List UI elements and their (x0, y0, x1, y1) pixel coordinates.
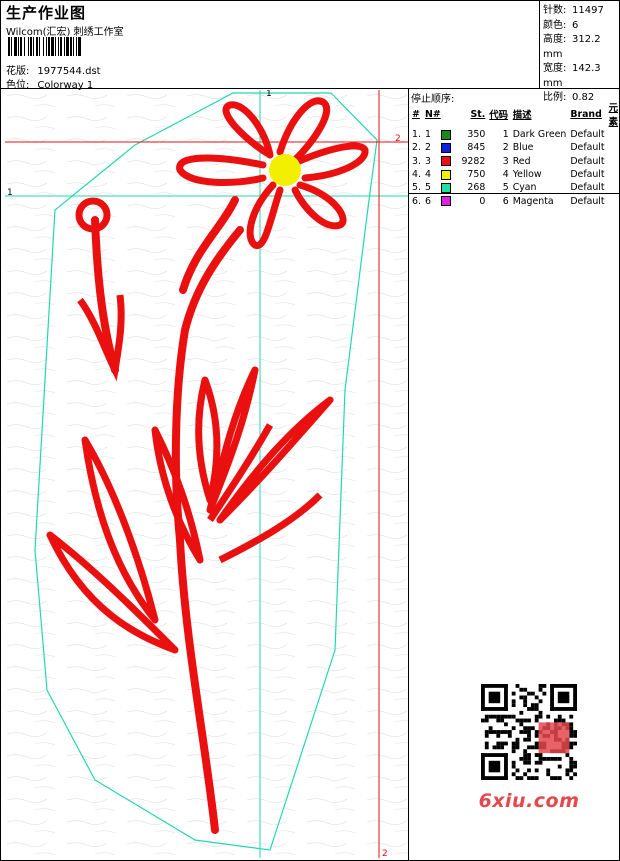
color-row: 2. 2 845 2 Blue Default (410, 141, 620, 154)
color-row-desc: Magenta (512, 195, 554, 207)
color-row-element (607, 181, 620, 194)
stat-width: 宽度: 142.3 mm (543, 63, 601, 89)
color-row-num: 3. (412, 155, 421, 167)
color-row-code: 6 (502, 195, 509, 207)
guide-label-left: 1 (7, 188, 13, 198)
color-row-code: 4 (502, 169, 509, 181)
stats-divider (539, 0, 540, 88)
color-row: 5. 5 268 5 Cyan Default (410, 181, 620, 194)
color-row: 4. 4 750 4 Yellow Default (410, 168, 620, 181)
color-row-element (607, 128, 620, 141)
stat-stitches: 针数: 11497 (543, 5, 604, 16)
color-row-code: 2 (502, 142, 509, 154)
color-row-brand: Default (570, 195, 605, 207)
color-row-element (607, 141, 620, 154)
color-swatch (440, 196, 451, 207)
color-row-n: 6 (423, 194, 455, 207)
guide-label-bottom: 2 (382, 849, 388, 858)
color-row-n: 3 (423, 155, 455, 168)
color-row-element (607, 168, 620, 181)
color-row: 1. 1 350 1 Dark Green Default (410, 128, 620, 141)
color-row-n: 1 (423, 128, 455, 141)
color-row-brand: Default (570, 155, 605, 167)
color-row-desc: Cyan (512, 182, 537, 194)
color-row-desc: Yellow (512, 169, 542, 181)
watermark: 6xiu.com (472, 680, 586, 822)
color-row-num: 2. (412, 142, 421, 154)
color-table: # N# St. 代码 描述 Brand 元素 1. 1 350 1 Dark Gree… (410, 100, 620, 208)
color-row-n: 2 (423, 141, 455, 154)
embroidery-canvas: 1 1 2 2 (5, 90, 408, 858)
flower-center (269, 154, 301, 186)
color-row-code: 5 (502, 182, 509, 194)
color-row-brand: Default (570, 169, 605, 181)
design-file-row: 花版: 1977544.dst (6, 62, 101, 77)
color-swatch (440, 182, 451, 193)
qr-code (481, 684, 577, 780)
color-row-brand: Default (570, 142, 605, 154)
color-row-desc: Blue (512, 142, 534, 154)
watermark-site: 6xiu.com (478, 790, 580, 812)
color-row-element (607, 155, 620, 168)
color-row-desc: Red (512, 155, 531, 167)
color-swatch (440, 156, 451, 167)
color-row-st: 350 (467, 129, 486, 141)
color-swatch (440, 142, 451, 153)
color-row-desc: Dark Green (512, 129, 567, 141)
barcode (8, 37, 81, 56)
color-row-n: 5 (423, 181, 455, 194)
color-row-st: 0 (479, 195, 486, 207)
color-row: 6. 6 0 6 Magenta Default (410, 194, 620, 207)
color-row-n: 4 (423, 168, 455, 181)
color-swatch (440, 129, 451, 140)
color-row-code: 3 (502, 155, 509, 167)
color-row-st: 845 (467, 142, 486, 154)
guide-label-right: 2 (395, 134, 401, 144)
color-row-num: 4. (412, 169, 421, 181)
header-divider (0, 88, 620, 89)
color-row-element (607, 194, 620, 207)
stat-height: 高度: 312.2 mm (543, 34, 601, 60)
guide-label-top: 1 (266, 90, 272, 99)
color-swatch (440, 169, 451, 180)
color-row-st: 9282 (461, 155, 486, 167)
company-name: Wilcom(汇宏) 刺绣工作室 (6, 27, 124, 38)
color-row-st: 268 (467, 182, 486, 194)
panel-divider (408, 88, 409, 860)
page-title: 生产作业图 (6, 4, 87, 22)
color-row: 3. 3 9282 3 Red Default (410, 155, 620, 168)
stats-panel: 针数: 11497 颜色: 6 高度: 312.2 mm 宽度: 142.3 mm 比例… (543, 4, 620, 106)
color-table-header: # N# St. 代码 描述 Brand 元素 (412, 103, 618, 128)
color-row-num: 5. (412, 182, 421, 194)
color-row-brand: Default (570, 129, 605, 141)
color-row-st: 750 (467, 169, 486, 181)
stat-colors: 颜色: 6 (543, 19, 579, 31)
color-row-num: 1. (412, 129, 421, 141)
color-row-brand: Default (570, 182, 605, 194)
color-row-code: 1 (502, 129, 509, 141)
color-row-num: 6. (412, 195, 421, 207)
